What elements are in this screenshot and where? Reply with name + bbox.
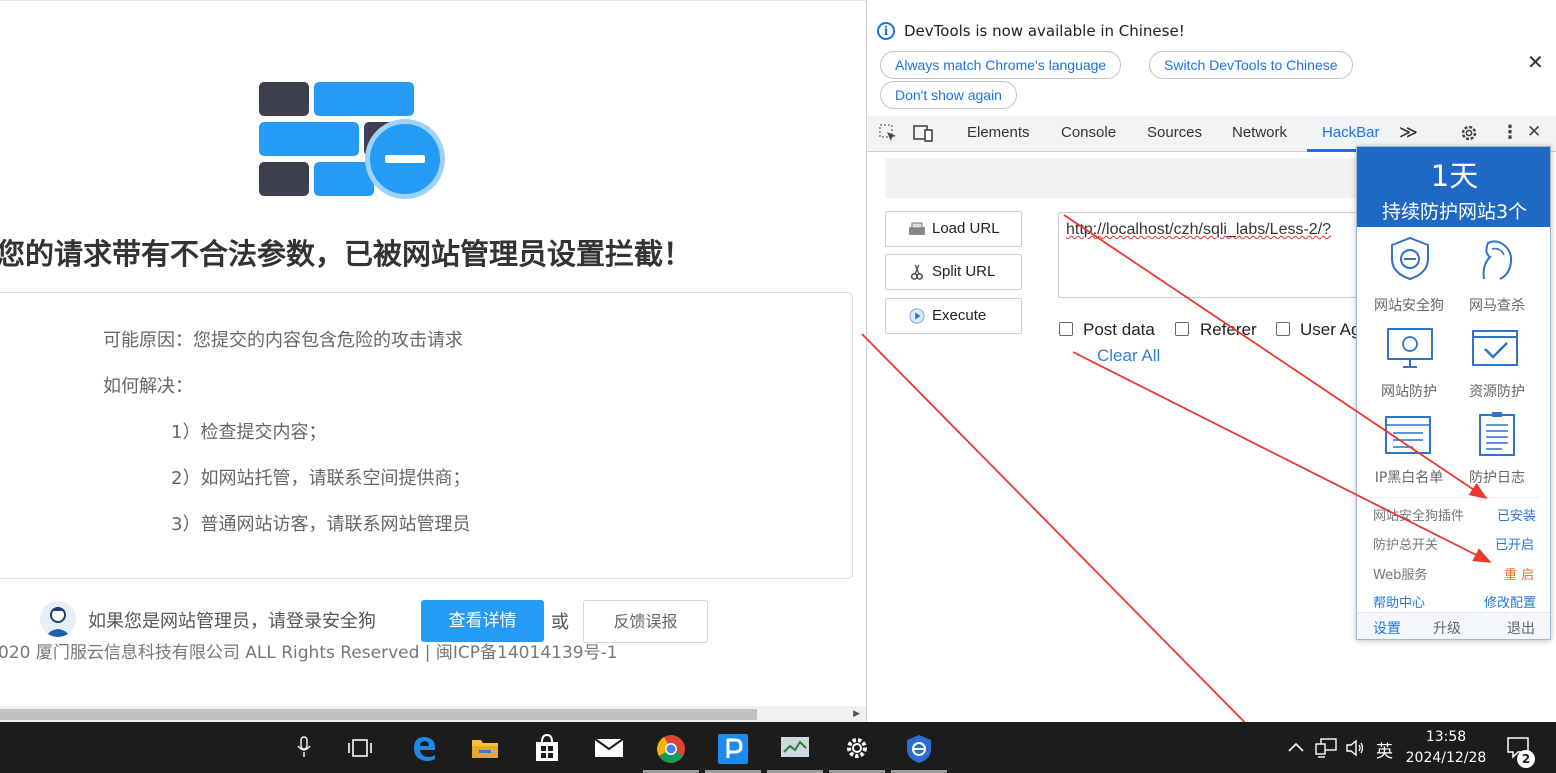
upgrade-link[interactable]: 升级 [1433,618,1461,638]
copyright-footer: 020 厦门服云信息科技有限公司 ALL Rights Reserved | 闽… [0,643,618,663]
solution-step-3: 3）普通网站访客，请联系网站管理员 [171,514,471,535]
microphone-icon[interactable] [297,736,311,762]
store-app-icon[interactable] [517,722,577,773]
execute-label: Execute [932,307,987,324]
how-to-heading: 如何解决： [103,376,193,397]
device-toolbar-icon[interactable] [913,124,933,146]
tab-hackbar[interactable]: HackBar [1322,124,1380,141]
horizontal-scrollbar[interactable]: ▶ [0,706,866,722]
user-agent-checkbox[interactable] [1276,322,1290,336]
safedog-popup: 1天 持续防护网站3个 网站安全狗 网马查杀 网站防护 资源防护 IP黑白名单 … [1356,146,1551,640]
p-app-icon[interactable] [703,722,763,773]
horse-scan-icon[interactable] [1470,235,1520,281]
split-url-button[interactable]: Split URL [885,254,1022,290]
shield-e-icon[interactable] [1385,235,1435,281]
plugin-status-label: 网站安全狗插件 [1373,509,1465,524]
site-protect-label[interactable]: 网站防护 [1364,381,1454,401]
task-manager-icon[interactable] [765,722,825,773]
clock-date[interactable]: 2024/12/28 [1402,750,1490,766]
post-data-checkbox[interactable] [1059,322,1073,336]
protection-days: 1天 [1430,159,1479,193]
resource-check-icon[interactable] [1470,325,1520,371]
site-dog-label[interactable]: 网站安全狗 [1364,295,1454,315]
trojan-scan-label[interactable]: 网马查杀 [1452,295,1542,315]
infobar-close-icon[interactable]: ✕ [1527,50,1544,74]
tab-console[interactable]: Console [1061,124,1116,141]
ip-list-icon[interactable] [1383,411,1433,457]
solution-step-1: 1）检查提交内容； [171,422,327,443]
referer-checkbox[interactable] [1175,322,1189,336]
network-icon[interactable] [1315,738,1337,762]
protected-sites-count: 持续防护网站3个 [1381,201,1528,223]
block-headline: 您的请求带有不合法参数，已被网站管理员设置拦截！ [0,237,693,271]
exit-link[interactable]: 退出 [1507,618,1535,638]
ip-list-label[interactable]: IP黑白名单 [1364,467,1454,487]
protect-log-label[interactable]: 防护日志 [1452,467,1542,487]
post-data-label: Post data [1083,320,1155,339]
settings-link[interactable]: 设置 [1373,618,1401,638]
resource-protect-label[interactable]: 资源防护 [1452,381,1542,401]
split-url-label: Split URL [932,263,996,280]
play-icon [909,308,925,324]
help-center-link[interactable]: 帮助中心 [1373,592,1425,611]
protect-log-icon[interactable] [1472,411,1522,457]
scrollbar-thumb[interactable] [0,709,757,720]
language-infobar-message: DevTools is now available in Chinese! [904,22,1185,40]
solution-step-2: 2）如网站托管，请联系空间提供商； [171,468,471,489]
restart-web-service-link[interactable]: 重 启 [1504,564,1534,583]
url-textarea[interactable]: http://localhost/czh/sqli_labs/Less-2/? [1058,212,1388,298]
dont-show-again-button[interactable]: Don't show again [880,81,1017,109]
load-url-label: Load URL [932,220,1000,237]
more-tabs-icon[interactable]: ≫ [1399,122,1418,143]
safedog-app-icon[interactable] [889,722,949,773]
ime-indicator[interactable]: 英 [1376,737,1393,762]
inspect-element-icon[interactable] [879,124,897,146]
switch-to-chinese-button[interactable]: Switch DevTools to Chinese [1149,51,1353,79]
load-url-button[interactable]: Load URL [885,211,1022,247]
kebab-menu-icon[interactable]: ⋮ [1501,122,1519,143]
popup-footer: 设置 升级 退出 [1357,612,1550,639]
view-details-button[interactable]: 查看详情 [421,600,544,642]
tray-overflow-chevron-icon[interactable] [1288,738,1304,757]
load-url-icon [909,222,925,235]
volume-icon[interactable] [1345,738,1365,762]
edit-config-link[interactable]: 修改配置 [1484,592,1536,611]
settings-gear-icon[interactable] [1459,123,1479,147]
file-explorer-icon[interactable] [455,722,515,773]
hackbar-toolbar [885,158,1365,198]
task-view-icon[interactable] [347,738,373,762]
admin-login-prompt: 如果您是网站管理员，请登录安全狗 [88,611,376,632]
close-devtools-icon[interactable]: ✕ [1527,122,1541,142]
monitor-e-icon[interactable] [1385,325,1435,371]
scissors-icon [911,264,923,280]
referer-label: Referer [1200,320,1257,339]
url-value: http://localhost/czh/sqli_labs/Less-2/? [1066,221,1332,238]
web-service-label: Web服务 [1373,568,1428,583]
user-agent-label: User Ag [1300,320,1361,339]
blocked-page: 您的请求带有不合法参数，已被网站管理员设置拦截！ 可能原因：您提交的内容包含危险… [0,0,866,722]
notification-count-badge: 2 [1517,750,1535,768]
scroll-right-arrow-icon[interactable]: ▶ [853,709,860,719]
tab-sources[interactable]: Sources [1147,124,1202,141]
report-false-positive-button[interactable]: 反馈误报 [583,600,708,643]
popup-header: 1天 持续防护网站3个 [1357,147,1550,227]
windows-taskbar: 英 2 [0,722,1556,773]
tab-elements[interactable]: Elements [967,124,1030,141]
protect-switch-value[interactable]: 已开启 [1495,534,1534,553]
settings-app-icon[interactable] [827,722,887,773]
edge-app-icon[interactable] [394,722,454,773]
tab-network[interactable]: Network [1232,124,1287,141]
clear-all-link[interactable]: Clear All [1097,346,1160,366]
admin-avatar-icon [40,601,76,637]
info-icon: i [877,22,895,40]
chrome-app-icon[interactable] [641,722,701,773]
always-match-language-button[interactable]: Always match Chrome's language [880,51,1122,79]
protect-switch-label: 防护总开关 [1373,538,1439,553]
reason-text: 可能原因：您提交的内容包含危险的攻击请求 [103,330,463,351]
clock-time[interactable]: 13:58 [1424,729,1468,745]
mail-app-icon[interactable] [579,722,639,773]
plugin-status-value: 已安装 [1497,509,1537,524]
execute-button[interactable]: Execute [885,298,1022,334]
or-separator: 或 [551,612,569,633]
